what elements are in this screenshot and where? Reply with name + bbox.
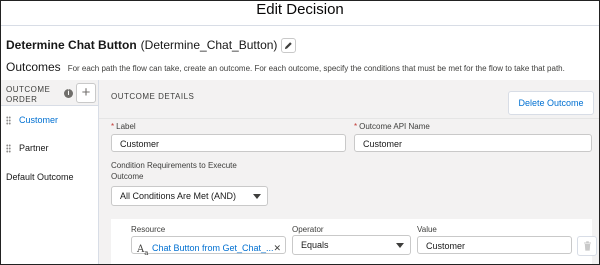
drag-handle-icon[interactable] bbox=[6, 115, 11, 125]
label-field-label: * Label bbox=[111, 122, 136, 131]
chevron-down-icon bbox=[396, 243, 404, 248]
drag-handle-icon[interactable] bbox=[6, 143, 11, 153]
label-input[interactable]: Customer bbox=[111, 134, 346, 152]
decision-api-name: (Determine_Chat_Button) bbox=[140, 38, 278, 52]
resource-input[interactable]: Aa Chat Button from Get_Chat_... ✕ bbox=[131, 236, 286, 257]
required-marker: * bbox=[354, 122, 358, 131]
operator-value: Equals bbox=[301, 240, 329, 250]
requirements-label: Condition Requirements to Execute Outcom… bbox=[111, 161, 237, 181]
delete-condition-button[interactable] bbox=[577, 236, 597, 256]
modal-title: Edit Decision bbox=[256, 1, 344, 18]
api-name-field-label: * Outcome API Name bbox=[354, 122, 430, 131]
value-label: Value bbox=[417, 225, 437, 234]
value-input[interactable]: Customer bbox=[417, 236, 572, 254]
outcome-details-header: OUTCOME DETAILS Delete Outcome bbox=[99, 80, 599, 119]
outcomes-heading: Outcomes For each path the flow can take… bbox=[6, 60, 565, 74]
trash-icon bbox=[583, 241, 591, 251]
required-marker: * bbox=[111, 122, 115, 131]
outcome-order-label: OUTCOME ORDER bbox=[6, 85, 51, 104]
edit-decision-modal: Edit Decision Determine Chat Button (Det… bbox=[0, 0, 600, 265]
outcome-order-header: OUTCOME ORDER i + bbox=[1, 80, 98, 106]
outcome-details-panel: OUTCOME DETAILS Delete Outcome * Label Cu… bbox=[99, 80, 599, 264]
resource-value-link[interactable]: Chat Button from Get_Chat_... bbox=[152, 239, 274, 257]
sidebar-item-label: Partner bbox=[19, 143, 49, 153]
requirements-select[interactable]: All Conditions Are Met (AND) bbox=[111, 186, 268, 206]
condition-row: Resource Aa Chat Button from Get_Chat_..… bbox=[111, 219, 597, 264]
operator-label: Operator bbox=[292, 225, 324, 234]
outcomes-title: Outcomes bbox=[6, 60, 61, 74]
sidebar-item-label: Default Outcome bbox=[6, 172, 74, 182]
info-icon[interactable]: i bbox=[64, 89, 73, 98]
resource-label: Resource bbox=[131, 225, 166, 234]
outcome-details-title: OUTCOME DETAILS bbox=[111, 92, 195, 101]
edit-decision-button[interactable] bbox=[281, 37, 297, 53]
outcome-order-sidebar: OUTCOME ORDER i + Customer Partner Defau… bbox=[1, 80, 99, 264]
requirements-value: All Conditions Are Met (AND) bbox=[120, 191, 237, 201]
sidebar-item-default-outcome[interactable]: Default Outcome bbox=[1, 165, 98, 189]
modal-header: Edit Decision bbox=[1, 1, 599, 26]
sidebar-item-partner[interactable]: Partner bbox=[1, 136, 98, 160]
operator-select[interactable]: Equals bbox=[292, 235, 411, 255]
sidebar-item-customer[interactable]: Customer bbox=[1, 108, 98, 132]
chevron-down-icon bbox=[253, 194, 261, 199]
text-resource-icon: Aa bbox=[137, 244, 149, 257]
decision-label: Determine Chat Button bbox=[6, 38, 137, 52]
sidebar-item-label: Customer bbox=[19, 115, 59, 125]
delete-outcome-button[interactable]: Delete Outcome bbox=[508, 91, 594, 115]
pencil-icon bbox=[285, 41, 293, 49]
decision-header: Determine Chat Button (Determine_Chat_Bu… bbox=[6, 37, 297, 53]
clear-icon[interactable]: ✕ bbox=[273, 239, 281, 257]
api-name-input[interactable]: Customer bbox=[354, 134, 592, 152]
outcomes-help-text: For each path the flow can take, create … bbox=[67, 64, 565, 73]
add-outcome-button[interactable]: + bbox=[76, 83, 96, 103]
